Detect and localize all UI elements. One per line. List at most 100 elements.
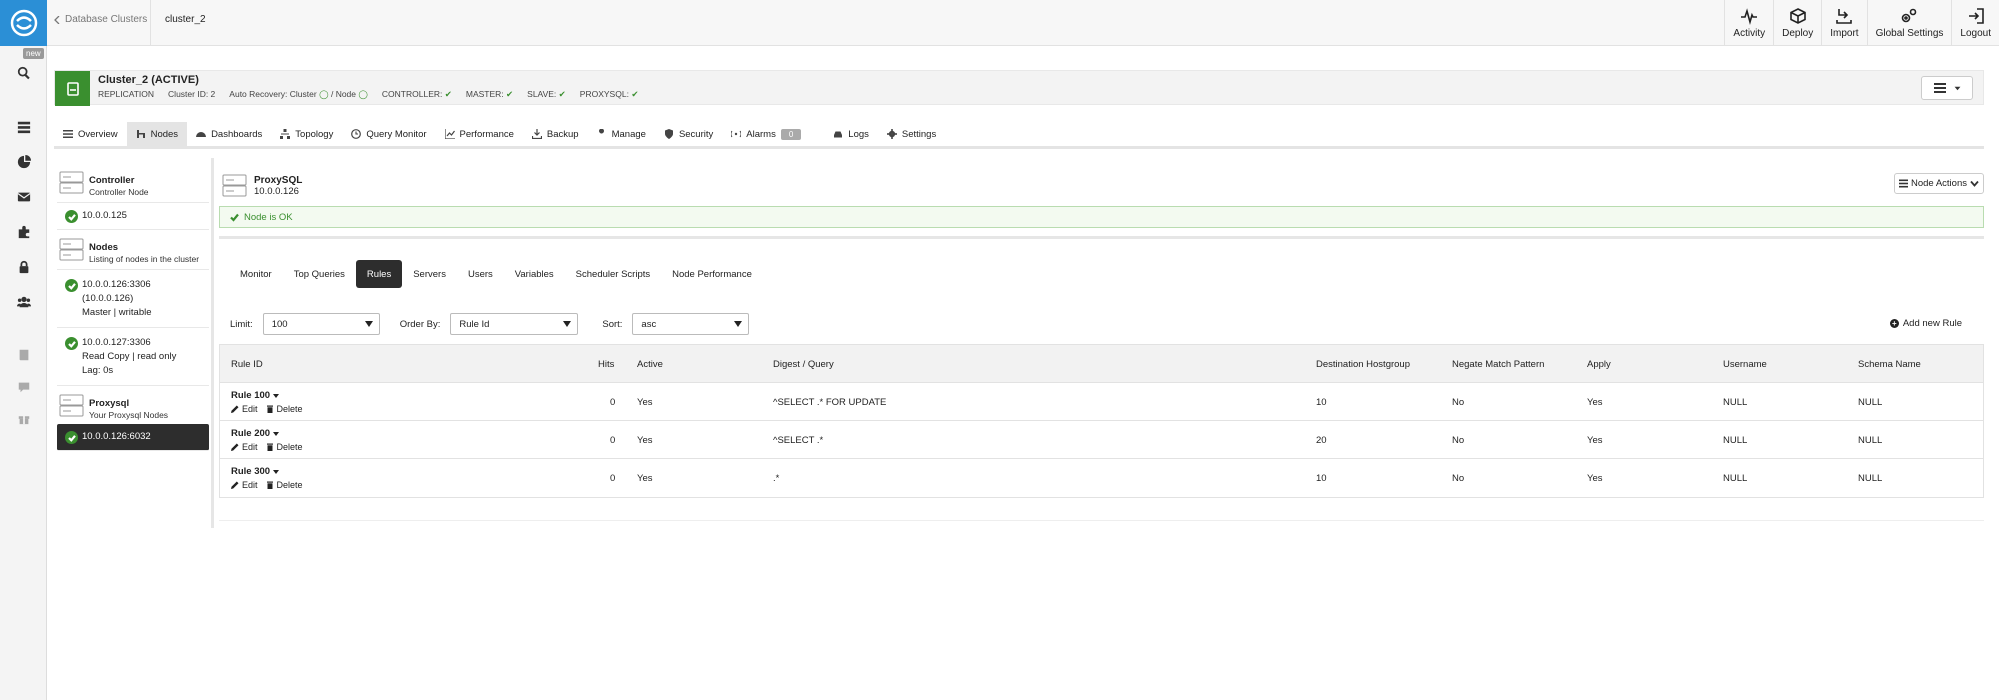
deploy-button[interactable]: Deploy: [1773, 0, 1821, 46]
logout-button[interactable]: Logout: [1951, 0, 1999, 46]
lock-icon[interactable]: [0, 256, 47, 278]
mail-icon[interactable]: [0, 186, 47, 208]
rule-menu[interactable]: Rule 100: [231, 390, 280, 401]
controller-node[interactable]: Controller Controller Node: [57, 163, 209, 203]
section-divider: [219, 236, 1984, 239]
col-username[interactable]: Username: [1723, 345, 1767, 383]
gears-icon: [1902, 8, 1917, 23]
tab-nodes[interactable]: Nodes: [126, 122, 188, 146]
node-role: Read Copy | read only: [82, 351, 177, 362]
subtab-users[interactable]: Users: [457, 260, 504, 288]
activity-icon: [1741, 8, 1758, 25]
sort-select[interactable]: asc: [632, 313, 750, 335]
rule-menu[interactable]: Rule 200: [231, 428, 280, 439]
tab-query-monitor[interactable]: Query Monitor: [342, 122, 435, 146]
gear-icon: [886, 129, 897, 139]
col-negate-match[interactable]: Negate Match Pattern: [1452, 345, 1544, 383]
vertical-divider: [211, 158, 214, 528]
chevron-down-icon: [1970, 180, 1979, 187]
subtab-servers[interactable]: Servers: [402, 260, 457, 288]
delete-button[interactable]: Delete: [266, 404, 303, 414]
subtab-monitor[interactable]: Monitor: [229, 260, 283, 288]
rule-actions: Edit Delete: [231, 480, 303, 490]
cluster-title: Cluster_2 (ACTIVE): [98, 74, 199, 86]
node-actions-button[interactable]: Node Actions: [1894, 173, 1984, 194]
subtab-node-performance[interactable]: Node Performance: [661, 260, 763, 288]
list-item[interactable]: 10.0.0.125: [57, 203, 209, 230]
list-item[interactable]: 10.0.0.126:3306 (10.0.0.126) Master | wr…: [57, 270, 209, 328]
auto-recovery-label: Auto Recovery: Cluster: [229, 89, 317, 99]
users-icon[interactable]: [0, 291, 47, 313]
stack-icon[interactable]: [0, 116, 47, 138]
username-cell: NULL: [1723, 472, 1748, 484]
book-icon[interactable]: [0, 344, 47, 366]
subtab-top-queries[interactable]: Top Queries: [283, 260, 356, 288]
recovery-on-icon: ◯: [358, 89, 368, 99]
tab-topology[interactable]: Topology: [271, 122, 342, 146]
search-icon[interactable]: [0, 62, 47, 84]
app-logo[interactable]: [0, 0, 47, 46]
dropdown-arrow-icon: [734, 321, 743, 327]
pencil-icon: [231, 405, 239, 413]
tab-label: Query Monitor: [366, 128, 427, 140]
tab-label: Manage: [611, 128, 646, 140]
activity-label: Activity: [1733, 28, 1766, 39]
limit-select[interactable]: 100: [262, 313, 380, 335]
delete-button[interactable]: Delete: [266, 480, 303, 490]
tab-dashboards[interactable]: Dashboards: [187, 122, 271, 146]
node-address: 10.0.0.126:3306: [82, 279, 151, 290]
tab-overview[interactable]: Overview: [54, 122, 127, 146]
breadcrumb-back[interactable]: Database Clusters: [54, 14, 147, 25]
pie-chart-icon[interactable]: [0, 151, 47, 173]
col-digest-query[interactable]: Digest / Query: [773, 345, 834, 383]
query-cell: ^SELECT .* FOR UPDATE: [773, 396, 887, 408]
edit-button[interactable]: Edit: [231, 442, 258, 452]
edit-button[interactable]: Edit: [231, 404, 258, 414]
recovery-on-icon: ◯: [319, 89, 329, 99]
rule-menu[interactable]: Rule 300: [231, 466, 280, 477]
node-actions-label: Node Actions: [1911, 178, 1967, 189]
server-icon: [59, 394, 84, 417]
tab-security[interactable]: Security: [655, 122, 722, 146]
sort-label: Sort:: [602, 318, 623, 330]
col-schema-name[interactable]: Schema Name: [1858, 345, 1921, 383]
puzzle-icon[interactable]: [0, 221, 47, 243]
subtab-scheduler-scripts[interactable]: Scheduler Scripts: [565, 260, 661, 288]
delete-button[interactable]: Delete: [266, 442, 303, 452]
order-by-select[interactable]: Rule Id: [450, 313, 579, 335]
subtab-rules[interactable]: Rules: [355, 260, 403, 288]
check-icon: ✔: [558, 89, 566, 99]
col-hits[interactable]: Hits: [598, 345, 614, 383]
hits-cell: 0: [610, 434, 616, 446]
import-button[interactable]: Import: [1821, 0, 1866, 46]
subtab-variables[interactable]: Variables: [504, 260, 565, 288]
global-settings-button[interactable]: Global Settings: [1866, 0, 1952, 46]
rule-actions: Edit Delete: [231, 442, 303, 452]
check-icon: ✔: [444, 89, 452, 99]
tab-logs[interactable]: Logs: [824, 122, 878, 146]
edit-label: Edit: [242, 404, 258, 414]
tab-settings[interactable]: Settings: [878, 122, 945, 146]
list-item[interactable]: 10.0.0.127:3306 Read Copy | read only La…: [57, 328, 209, 386]
proxysql-status: PROXYSQL: ✔: [580, 89, 639, 100]
proxysql-title: Proxysql: [89, 398, 130, 409]
table-row: Rule 100 Edit Delete 0 Yes ^SELECT .* FO…: [220, 383, 1983, 421]
list-item-selected[interactable]: 10.0.0.126:6032: [57, 424, 209, 451]
edit-button[interactable]: Edit: [231, 480, 258, 490]
activity-button[interactable]: Activity: [1724, 0, 1773, 46]
col-active[interactable]: Active: [637, 345, 663, 383]
active-cell: Yes: [637, 396, 653, 408]
tab-backup[interactable]: Backup: [523, 122, 588, 146]
col-rule-id[interactable]: Rule ID: [231, 345, 263, 383]
tab-manage[interactable]: Manage: [588, 122, 655, 146]
tab-performance[interactable]: Performance: [436, 122, 523, 146]
tab-alarms[interactable]: Alarms 0: [722, 122, 810, 146]
col-destination-hostgroup[interactable]: Destination Hostgroup: [1316, 345, 1410, 383]
chat-icon[interactable]: [0, 376, 47, 398]
col-apply[interactable]: Apply: [1587, 345, 1611, 383]
chart-icon: [444, 129, 455, 139]
cluster-menu-button[interactable]: [1921, 76, 1973, 100]
gift-icon[interactable]: [0, 407, 47, 429]
negate-cell: No: [1452, 434, 1465, 446]
add-rule-button[interactable]: + Add new Rule: [1889, 318, 1962, 329]
